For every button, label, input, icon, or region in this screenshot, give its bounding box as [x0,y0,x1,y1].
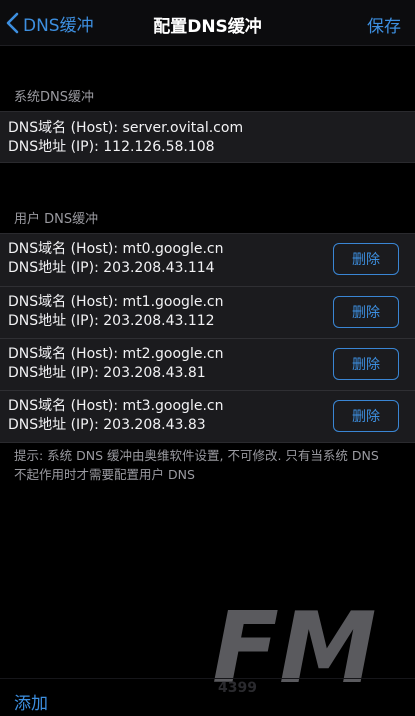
delete-button[interactable]: 删除 [333,243,399,275]
back-button[interactable]: DNS缓冲 [6,10,94,36]
hint-text: 提示: 系统 DNS 缓冲由奥维软件设置, 不可修改. 只有当系统 DNS 不起… [14,448,379,482]
system-dns-host: DNS域名 (Host): server.ovital.com [8,120,244,136]
delete-button[interactable]: 删除 [333,348,399,380]
save-button[interactable]: 保存 [367,12,401,37]
system-dns-group: DNS域名 (Host): server.ovital.com DNS地址 (I… [0,111,415,163]
add-button[interactable]: 添加 [14,689,48,714]
delete-button[interactable]: 删除 [333,296,399,328]
delete-button[interactable]: 删除 [333,400,399,432]
bottom-toolbar: 添加 [0,678,415,716]
user-dns-section-header: 用户 DNS缓冲 [14,212,99,227]
chevron-left-icon [6,12,19,34]
user-dns-entry: DNS域名 (Host): mt0.google.cn DNS地址 (IP): … [0,234,415,286]
system-dns-section-header: 系统DNS缓冲 [14,90,94,105]
user-dns-entry: DNS域名 (Host): mt1.google.cn DNS地址 (IP): … [0,286,415,338]
navigation-bar: DNS缓冲 配置DNS缓冲 保存 [0,0,415,46]
back-button-label: DNS缓冲 [23,15,94,36]
user-dns-entry: DNS域名 (Host): mt2.google.cn DNS地址 (IP): … [0,338,415,390]
user-dns-group: DNS域名 (Host): mt0.google.cn DNS地址 (IP): … [0,233,415,443]
user-dns-entry: DNS域名 (Host): mt3.google.cn DNS地址 (IP): … [0,390,415,442]
system-dns-entry: DNS域名 (Host): server.ovital.com DNS地址 (I… [0,112,415,162]
system-dns-ip: DNS地址 (IP): 112.126.58.108 [8,139,215,155]
